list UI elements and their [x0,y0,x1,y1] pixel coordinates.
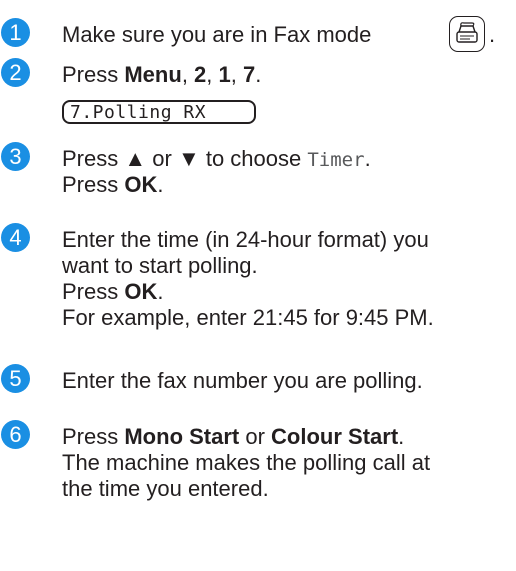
period: . [364,146,371,171]
text-press: Press [62,279,125,304]
step-number-6: 6 [1,420,30,449]
colour-start-key: Colour Start [271,424,399,449]
step-2-text: Press Menu, 2, 1, 7. [62,62,261,88]
step-1-label: Make sure you are in Fax mode [62,22,372,47]
lcd-text: 7.Polling RX [70,102,207,123]
separator: , [206,62,219,87]
period: . [157,172,164,197]
step-6-line-2: The machine makes the polling call at [62,450,431,475]
text-press: Press [62,62,125,87]
step-4-line-1: Enter the time (in 24-hour format) you [62,227,429,252]
step-3-line-1: Press ▲ or ▼ to choose Timer. [62,146,371,173]
text-press: Press [62,172,125,197]
text-press: Press [62,424,125,449]
down-arrow-icon: ▼ [177,146,200,171]
text-or: or [239,424,272,449]
step-number-5: 5 [1,364,30,393]
step-number-1: 1 [1,18,30,47]
period: . [398,424,405,449]
key-7: 7 [243,62,256,87]
step-6-line-1: Press Mono Start or Colour Start. [62,424,404,450]
step-4-line-3: Press OK. [62,279,163,305]
step-3-line-2: Press OK. [62,172,163,198]
key-1: 1 [218,62,231,87]
ok-key: OK [124,279,158,304]
step-number-4: 4 [1,223,30,252]
step-6-line-3: the time you entered. [62,476,269,501]
step-1-period: . [489,22,496,47]
option-timer: Timer [307,149,365,171]
lcd-display: 7.Polling RX [62,100,256,124]
step-number-2: 2 [1,58,30,87]
key-2: 2 [194,62,207,87]
step-5-text: Enter the fax number you are polling. [62,368,423,393]
up-arrow-icon: ▲ [124,146,147,171]
text-to-choose: to choose [199,146,308,171]
text-or: or [146,146,178,171]
step-4-line-2: want to start polling. [62,253,258,278]
period: . [255,62,262,87]
ok-key: OK [124,172,158,197]
step-4-line-4: For example, enter 21:45 for 9:45 PM. [62,305,434,330]
step-number-3: 3 [1,142,30,171]
menu-key: Menu [124,62,182,87]
text-press: Press [62,146,125,171]
fax-mode-icon [449,16,485,52]
separator: , [181,62,195,87]
step-1-text: Make sure you are in Fax mode [62,22,371,48]
separator: , [230,62,244,87]
period: . [157,279,164,304]
mono-start-key: Mono Start [124,424,240,449]
